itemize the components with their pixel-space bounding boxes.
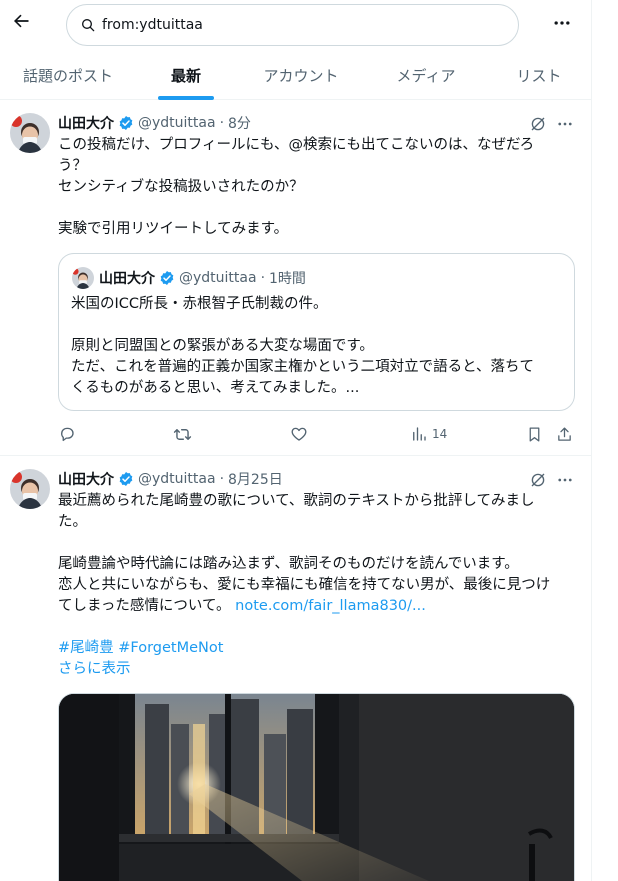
more-options-button[interactable]: [545, 6, 579, 40]
timestamp[interactable]: 8分: [228, 113, 251, 133]
bookmark-icon: [529, 426, 540, 442]
window-light-photo: [59, 694, 574, 881]
views-count: 14: [432, 427, 448, 441]
quoted-line: ただ、これを普遍的正義か国家主権かという二項対立で語ると、落ちて: [71, 359, 534, 375]
tweet-text: 最近薦められた尾崎豊の歌について、歌詞のテキストから批評してみまし た。 尾崎豊…: [58, 491, 578, 680]
grok-icon: [531, 117, 545, 131]
tab-top[interactable]: 話題のポスト: [0, 50, 136, 100]
tweet-line: センシティブな投稿扱いされたのか？: [58, 179, 304, 195]
tweet-actions: 14: [58, 423, 578, 445]
tweet-line: この投稿だけ、プロフィールにも、@検索にも出てこないのは、なぜだろ: [58, 137, 535, 153]
tab-lists[interactable]: リスト: [486, 50, 591, 100]
tweet-header: 山田大介 @ydtuittaa · 8月25日: [58, 469, 283, 489]
views-icon: [413, 427, 426, 441]
quoted-author-handle: @ydtuittaa: [179, 270, 257, 286]
verified-badge-icon: [118, 115, 134, 131]
tab-latest[interactable]: 最新: [136, 50, 236, 100]
scrollbar-gutter: [592, 0, 618, 881]
timestamp[interactable]: 8月25日: [228, 469, 283, 489]
views-button[interactable]: 14: [410, 423, 447, 445]
like-button[interactable]: [290, 423, 308, 445]
separator-dot: ·: [219, 471, 225, 487]
hashtags[interactable]: #尾崎豊 #ForgetMeNot: [58, 638, 578, 659]
tweet-line: [58, 198, 578, 219]
separator-dot: ·: [260, 270, 266, 286]
verified-badge-icon: [118, 471, 134, 487]
author-name[interactable]: 山田大介: [58, 469, 114, 489]
tab-label: メディア: [396, 66, 456, 85]
tweet-line: 恋人と共にいながらも、愛にも幸福にも確信を持てない男が、最後に見つけ: [58, 577, 551, 593]
quoted-line: [71, 315, 566, 336]
search-tabs: 話題のポスト 最新 アカウント メディア リスト: [0, 50, 591, 100]
tab-label: アカウント: [263, 66, 339, 85]
tab-label: 最新: [170, 66, 201, 85]
quoted-avatar: [72, 267, 94, 289]
tweet[interactable]: 山田大介 @ydtuittaa · 8月25日 最近薦められた尾崎豊の歌について…: [0, 457, 591, 881]
retweet-button[interactable]: [173, 423, 192, 445]
author-name[interactable]: 山田大介: [58, 113, 114, 133]
quoted-author-name: 山田大介: [99, 271, 155, 287]
tweet-more-button[interactable]: [553, 468, 577, 492]
quoted-text: 米国のICC所長・赤根智子氏制裁の件。 原則と同盟国との緊張がある大変な場面です…: [71, 294, 566, 399]
share-icon: [558, 426, 571, 441]
tab-accounts[interactable]: アカウント: [236, 50, 366, 100]
back-button[interactable]: [4, 4, 38, 38]
quoted-line: くるものがあると思い、考えてみました。...: [71, 380, 360, 396]
search-box[interactable]: [66, 4, 519, 46]
quoted-line: 米国のICC所長・赤根智子氏制裁の件。: [71, 296, 328, 312]
quoted-timestamp: 1時間: [269, 271, 306, 287]
tweet-line: た。: [58, 514, 87, 530]
timeline-column: 話題のポスト 最新 アカウント メディア リスト 山田大介 @ydtuittaa…: [0, 0, 592, 881]
verified-badge-icon: [159, 270, 175, 286]
bookmark-button[interactable]: [526, 423, 543, 445]
tweet-header: 山田大介 @ydtuittaa · 8分: [58, 113, 251, 133]
more-icon: [558, 122, 572, 126]
tweet-line: 最近薦められた尾崎豊の歌について、歌詞のテキストから批評してみまし: [58, 493, 535, 509]
avatar[interactable]: [10, 113, 50, 153]
avatar[interactable]: [10, 469, 50, 509]
grok-button[interactable]: [526, 112, 550, 136]
separator-dot: ·: [219, 115, 225, 131]
tweet-media-image[interactable]: [58, 693, 575, 881]
quoted-header: 山田大介 @ydtuittaa · 1時間: [99, 268, 306, 288]
tab-label: リスト: [516, 66, 562, 85]
back-arrow-icon: [14, 14, 29, 28]
active-tab-indicator: [158, 96, 214, 100]
quoted-tweet[interactable]: 山田大介 @ydtuittaa · 1時間 米国のICC所長・赤根智子氏制裁の件…: [58, 253, 575, 411]
note-link[interactable]: note.com/fair_llama830/...: [235, 598, 426, 614]
tweet-line: 尾崎豊論や時代論には踏み込まず、歌詞そのものだけを読んでいます。: [58, 556, 519, 572]
tweet-line: う？: [58, 158, 87, 174]
search-icon: [82, 19, 95, 32]
author-handle[interactable]: @ydtuittaa: [138, 115, 216, 131]
quoted-line: 原則と同盟国との緊張がある大変な場面です。: [71, 338, 374, 354]
grok-button[interactable]: [526, 468, 550, 492]
grok-icon: [531, 473, 545, 487]
author-handle[interactable]: @ydtuittaa: [138, 471, 216, 487]
tweet-line: てしまった感情について。: [58, 598, 231, 614]
retweet-icon: [173, 428, 192, 440]
reply-icon: [61, 427, 74, 442]
tweet-more-button[interactable]: [553, 112, 577, 136]
tab-media[interactable]: メディア: [366, 50, 486, 100]
more-icon: [558, 478, 572, 482]
search-input[interactable]: [102, 17, 482, 33]
tweet-line: [58, 533, 578, 554]
tweet-text: この投稿だけ、プロフィールにも、@検索にも出てこないのは、なぜだろ う？ センシ…: [58, 135, 578, 240]
tweet[interactable]: 山田大介 @ydtuittaa · 8分 この投稿だけ、プロフィールにも、@検索…: [0, 101, 591, 456]
more-icon: [554, 21, 570, 25]
share-button[interactable]: [556, 423, 573, 445]
tweet-line: 実験で引用リツイートしてみます。: [58, 221, 289, 237]
reply-button[interactable]: [58, 423, 76, 445]
tab-label: 話題のポスト: [22, 66, 113, 85]
search-header: 話題のポスト 最新 アカウント メディア リスト: [0, 0, 591, 100]
show-more-link[interactable]: さらに表示: [58, 659, 578, 680]
like-icon: [291, 427, 307, 441]
